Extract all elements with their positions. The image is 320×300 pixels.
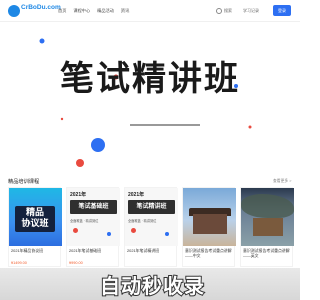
thumb-banner-text: 精品 协议班	[21, 207, 49, 228]
thumb-badge: 笔试精讲班	[128, 200, 175, 214]
course-card[interactable]: 意识测试报告考试重点讲解——英文	[240, 187, 294, 267]
decor-dot	[165, 232, 169, 236]
course-name: 意识测试报告考试重点讲解——英文	[243, 248, 290, 258]
login-button[interactable]: 登录	[273, 5, 291, 16]
decor-dot	[131, 228, 136, 233]
section-title: 精品培训课程	[8, 179, 40, 185]
course-thumbnail	[183, 188, 236, 246]
hero-title: 笔试精讲班	[60, 59, 240, 99]
nav-item-courses[interactable]: 课程中心	[73, 8, 90, 14]
course-card[interactable]: 2021年 笔试基础班 全面覆盖 · 精讲到位 2021年笔试基础班 ¥990.…	[66, 187, 120, 267]
course-card[interactable]: 2021年 笔试精讲班 全面覆盖 · 精讲到位 2021年笔试精讲班	[124, 187, 178, 267]
course-price: ¥990.00	[69, 261, 83, 265]
watermark-banner: 自动秒收录	[0, 268, 300, 300]
decor-dot	[107, 232, 111, 236]
course-thumbnail: 2021年 笔试精讲班 全面覆盖 · 精讲到位	[125, 188, 178, 246]
logo-text: CrBoDu.com	[21, 4, 61, 11]
thumb-gate	[253, 218, 283, 236]
course-card[interactable]: 意识测试报告考试重点讲解——中文	[182, 187, 236, 267]
course-thumbnail	[241, 188, 294, 246]
thumb-subtitle: 全面覆盖 · 精讲到位	[70, 219, 99, 223]
thumb-building	[193, 214, 227, 234]
thumb-tree	[241, 194, 294, 218]
logo-icon	[8, 5, 20, 17]
thumb-year: 2021年	[70, 192, 87, 198]
nav-item-events[interactable]: 精品活动	[97, 8, 114, 14]
course-name: 2021年精品协议班	[11, 248, 43, 253]
site-logo[interactable]: CrBoDu.com	[8, 4, 61, 18]
top-navbar: CrBoDu.com 首页 课程中心 精品活动 资讯 搜索 学习记录 登录	[0, 0, 300, 22]
view-more-link[interactable]: 查看更多 >	[273, 179, 291, 184]
course-name: 2021年笔试基础班	[69, 248, 101, 253]
study-record-link[interactable]: 学习记录	[243, 8, 259, 14]
search-icon[interactable]	[216, 8, 222, 14]
search-label[interactable]: 搜索	[224, 8, 232, 14]
decor-dot	[73, 228, 78, 233]
nav-item-home[interactable]: 首页	[58, 8, 66, 14]
course-list: 精品 协议班 2021年精品协议班 ¥1499.00 2021年 笔试基础班 全…	[8, 187, 294, 267]
thumb-subtitle: 全面覆盖 · 精讲到位	[128, 219, 157, 223]
course-name: 2021年笔试精讲班	[127, 248, 159, 253]
course-price: ¥1499.00	[11, 261, 27, 265]
thumb-year: 2021年	[128, 192, 145, 198]
hero-banner[interactable]: 笔试精讲班	[0, 23, 300, 170]
thumb-badge: 笔试基础班	[70, 200, 117, 214]
main-nav: 首页 课程中心 精品活动 资讯	[58, 8, 129, 14]
course-card[interactable]: 精品 协议班 2021年精品协议班 ¥1499.00	[8, 187, 62, 267]
course-thumbnail: 2021年 笔试基础班 全面覆盖 · 精讲到位	[67, 188, 120, 246]
course-thumbnail: 精品 协议班	[9, 188, 62, 246]
course-name: 意识测试报告考试重点讲解——中文	[185, 248, 232, 258]
watermark-text: 自动秒收录	[99, 273, 205, 299]
nav-item-news[interactable]: 资讯	[121, 8, 129, 14]
